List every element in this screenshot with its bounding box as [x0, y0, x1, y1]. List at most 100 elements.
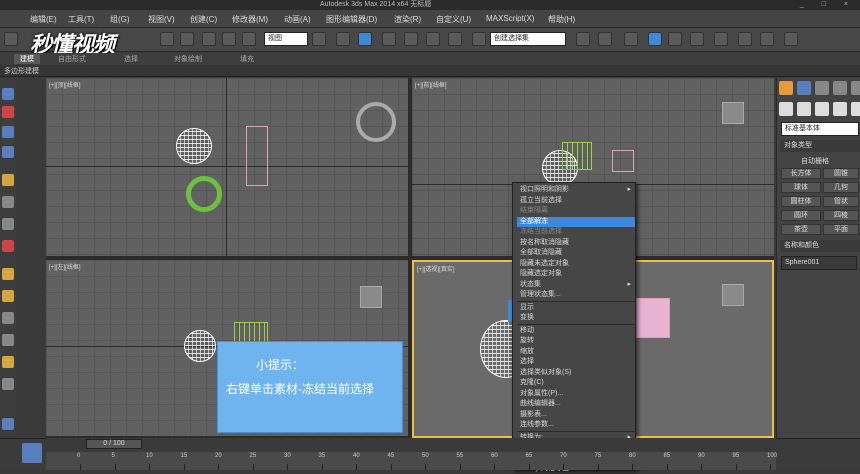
button-cone[interactable]: 圆锥: [823, 168, 859, 179]
object-icon[interactable]: [2, 378, 14, 390]
cylinder-object[interactable]: [562, 142, 592, 170]
tab-selection[interactable]: 选择: [124, 54, 138, 64]
button-tube[interactable]: 管状: [823, 196, 859, 207]
menu-group[interactable]: 组(G): [110, 14, 130, 25]
name-color-header[interactable]: 名称和颜色: [780, 240, 860, 252]
context-menu-item[interactable]: 显示: [517, 303, 635, 313]
object-icon[interactable]: [2, 334, 14, 346]
tab-populate[interactable]: 填充: [240, 54, 254, 64]
ribbon-toggle-icon[interactable]: [648, 32, 662, 46]
track-bar[interactable]: 0 5 10 15 20 25 30 35 40 45 50 55 60 65 70 75 80 85 90 95 10…: [46, 452, 777, 470]
maxscript-listener-icon[interactable]: [22, 443, 42, 463]
select-icon[interactable]: [160, 32, 174, 46]
viewcube[interactable]: [356, 102, 396, 142]
viewcube[interactable]: [722, 284, 744, 306]
layer-icon[interactable]: [624, 32, 638, 46]
menu-help[interactable]: 帮助(H): [548, 14, 575, 25]
button-geosphere[interactable]: 几何: [823, 182, 859, 193]
scale-icon[interactable]: [242, 32, 256, 46]
render-setup-icon[interactable]: [738, 32, 752, 46]
context-menu-item[interactable]: 连线参数...: [517, 420, 635, 430]
viewcube[interactable]: [360, 286, 382, 308]
object-name-field[interactable]: Sphere001: [781, 256, 857, 270]
time-slider-thumb[interactable]: 0 / 100: [86, 439, 142, 449]
context-menu-item[interactable]: 隐藏未选定对象: [517, 259, 635, 269]
context-menu-item[interactable]: ▸ 视口照明和阴影: [517, 185, 635, 195]
mirror-icon[interactable]: [576, 32, 590, 46]
context-menu-item[interactable]: 摄影表...: [517, 410, 635, 420]
menu-graph-editors[interactable]: 图形编辑器(D): [326, 14, 377, 25]
button-teapot[interactable]: 茶壶: [781, 224, 821, 235]
menu-create[interactable]: 创建(C): [190, 14, 217, 25]
context-menu-item[interactable]: 孤立当前选择: [517, 196, 635, 206]
viewport-label[interactable]: [+][左][线框]: [49, 262, 81, 271]
time-slider[interactable]: 0 / 100: [46, 438, 776, 450]
object-icon[interactable]: [2, 356, 14, 368]
modify-tab-icon[interactable]: [797, 81, 811, 95]
menu-rendering[interactable]: 渲染(R): [394, 14, 421, 25]
cameras-icon[interactable]: [833, 102, 847, 116]
move-icon[interactable]: [202, 32, 216, 46]
object-icon[interactable]: [2, 268, 14, 280]
context-menu-item[interactable]: 选择类似对象(S): [517, 368, 635, 378]
viewcube[interactable]: [722, 102, 744, 124]
menu-modifiers[interactable]: 修改器(M): [232, 14, 268, 25]
context-menu-item[interactable]: 曲线编辑器...: [517, 399, 635, 409]
menu-customize[interactable]: 自定义(U): [436, 14, 471, 25]
context-menu-item[interactable]: 对象属性(P)...: [517, 389, 635, 399]
context-menu-item[interactable]: 移动: [517, 326, 635, 336]
rotate-icon[interactable]: [222, 32, 236, 46]
edit-named-selection-icon[interactable]: [472, 32, 486, 46]
poly-modeling-label[interactable]: 多边形建模: [4, 66, 39, 76]
viewport-label[interactable]: [+][透视][真实]: [417, 264, 455, 273]
context-menu-item[interactable]: 克隆(C): [517, 378, 635, 388]
spinner-snap-icon[interactable]: [448, 32, 462, 46]
context-menu-item[interactable]: 冻结当前选择: [517, 227, 635, 237]
angle-snap-icon[interactable]: [404, 32, 418, 46]
select-manipulate-icon[interactable]: [336, 32, 350, 46]
button-box[interactable]: 长方体: [781, 168, 821, 179]
context-menu-item[interactable]: 全部解冻: [517, 216, 635, 227]
button-pyramid[interactable]: 四棱: [823, 210, 859, 221]
tab-freeform[interactable]: 自由形式: [58, 54, 86, 64]
render-icon[interactable]: [784, 32, 798, 46]
sphere-object[interactable]: [184, 330, 216, 362]
sphere-object[interactable]: [176, 128, 212, 164]
context-menu-item[interactable]: ▸ 状态集: [517, 280, 635, 290]
context-menu-item[interactable]: 全部取消隐藏: [517, 248, 635, 258]
context-menu-item[interactable]: 结束隔离: [517, 206, 635, 216]
helper-icon[interactable]: [2, 218, 14, 230]
align-icon[interactable]: [598, 32, 612, 46]
context-menu-item[interactable]: 选择: [517, 357, 635, 367]
hierarchy-tab-icon[interactable]: [815, 81, 829, 95]
menu-edit[interactable]: 编辑(E): [30, 14, 57, 25]
menu-view[interactable]: 视图(V): [148, 14, 175, 25]
tab-object-paint[interactable]: 对象绘制: [174, 54, 202, 64]
particle-icon[interactable]: [2, 418, 14, 430]
context-menu-item[interactable]: 缩放: [517, 347, 635, 357]
object-icon[interactable]: [2, 312, 14, 324]
named-selection-set-field[interactable]: 创建选择集: [490, 32, 566, 46]
percent-snap-icon[interactable]: [426, 32, 440, 46]
lights-icon[interactable]: [815, 102, 829, 116]
menu-maxscript[interactable]: MAXScript(X): [486, 14, 534, 23]
rendered-frame-icon[interactable]: [760, 32, 774, 46]
context-menu-item[interactable]: 变换: [517, 313, 635, 323]
light-icon[interactable]: [2, 174, 14, 186]
context-menu-item[interactable]: 旋转: [517, 336, 635, 346]
schematic-view-icon[interactable]: [690, 32, 704, 46]
context-menu-item[interactable]: 管理状态集...: [517, 290, 635, 300]
geometry-icon[interactable]: [779, 102, 793, 116]
viewport-label[interactable]: [+][前][线框]: [415, 80, 447, 89]
viewport-label[interactable]: [+][顶][线框]: [49, 80, 81, 89]
button-cylinder[interactable]: 圆柱体: [781, 196, 821, 207]
autogrid-checkbox[interactable]: 自动栅格: [801, 156, 829, 166]
box-object[interactable]: [636, 298, 670, 338]
reference-coordinate-dropdown[interactable]: 视图: [264, 32, 308, 46]
button-torus[interactable]: 圆环: [781, 210, 821, 221]
context-menu-item[interactable]: 按名称取消隐藏: [517, 238, 635, 248]
category-dropdown[interactable]: 标准基本体: [781, 122, 859, 136]
box-object[interactable]: [612, 150, 634, 172]
curve-editor-icon[interactable]: [668, 32, 682, 46]
box-icon[interactable]: [2, 106, 14, 118]
